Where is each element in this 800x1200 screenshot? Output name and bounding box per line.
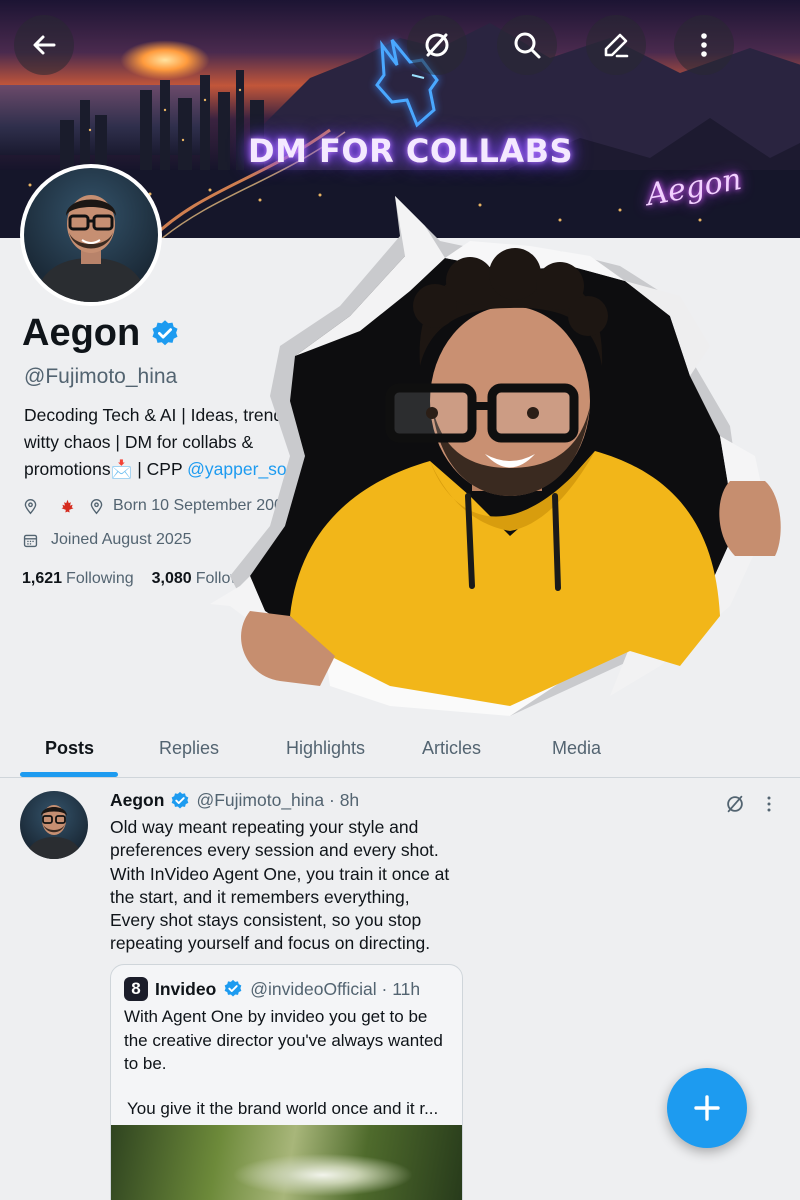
quoted-media-thumbnail[interactable] (111, 1125, 462, 1200)
torn-paper-photo (210, 196, 781, 716)
following-link[interactable]: 1,621 Following (22, 570, 134, 588)
edit-button[interactable] (586, 15, 646, 75)
quoted-handle-time: @invideoOfficial · 11h (250, 978, 421, 999)
joined-date: Joined August 2025 (51, 531, 192, 548)
invideo-logo: 8 (124, 977, 148, 1001)
edit-icon (604, 33, 629, 58)
quoted-text: With Agent One by invideo you get to be … (124, 1007, 443, 1073)
banner-headline: DM FOR COLLABS (248, 132, 574, 170)
post-header: Aegon @Fujimoto_hina · 8h (110, 790, 359, 811)
compose-button[interactable] (667, 1068, 747, 1148)
search-icon (514, 32, 541, 59)
profile-handle: @Fujimoto_hina (24, 365, 178, 388)
more-vertical-icon (701, 33, 707, 57)
back-button[interactable] (14, 15, 74, 75)
profile-meta-joined: Joined August 2025 (22, 531, 192, 549)
avatar-portrait (34, 195, 148, 302)
tab-replies[interactable]: Replies (159, 738, 219, 759)
arrow-left-icon (33, 35, 56, 55)
profile-name-row: Aegon (22, 312, 180, 355)
birthday-pin-icon (90, 498, 103, 514)
verified-badge-icon[interactable] (150, 319, 180, 349)
tab-articles[interactable]: Articles (422, 738, 481, 759)
following-label: Following (66, 570, 134, 587)
tab-highlights[interactable]: Highlights (286, 738, 365, 759)
search-button[interactable] (497, 15, 557, 75)
tab-posts[interactable]: Posts (45, 738, 94, 759)
following-count: 1,621 (22, 570, 63, 587)
more-button[interactable] (674, 15, 734, 75)
active-tab-indicator (20, 772, 118, 777)
post-avatar-portrait (25, 805, 83, 859)
post-text: Old way meant repeating your style and p… (110, 817, 450, 954)
quoted-author: Invideo (155, 978, 217, 999)
plus-icon (694, 1095, 720, 1121)
tab-media[interactable]: Media (552, 738, 601, 759)
followers-count: 3,080 (151, 570, 192, 587)
slash-circle-icon (425, 33, 449, 57)
profile-avatar[interactable] (20, 164, 162, 306)
verified-badge-icon (224, 979, 242, 997)
post-author[interactable]: Aegon (110, 790, 164, 811)
calendar-icon (23, 534, 38, 547)
post-handle-time: @Fujimoto_hina · 8h (196, 790, 360, 810)
profile-name: Aegon (22, 312, 141, 354)
grok-button[interactable] (407, 15, 467, 75)
canada-flag-icon (61, 499, 74, 512)
quoted-post[interactable]: 8 Invideo @invideoOfficial · 11h With Ag… (110, 964, 463, 1200)
profile-tabs: Posts Replies Highlights Articles Media (0, 728, 800, 778)
verified-badge-icon (172, 791, 189, 808)
location-pin-icon (24, 498, 37, 514)
post-avatar[interactable] (20, 791, 88, 859)
post-more-icon[interactable] (762, 793, 776, 815)
quoted-post-header: 8 Invideo @invideoOfficial · 11h (124, 977, 420, 1001)
quoted-text-truncated: You give it the brand world once and it … (127, 1099, 439, 1118)
grok-post-icon[interactable] (724, 793, 746, 815)
